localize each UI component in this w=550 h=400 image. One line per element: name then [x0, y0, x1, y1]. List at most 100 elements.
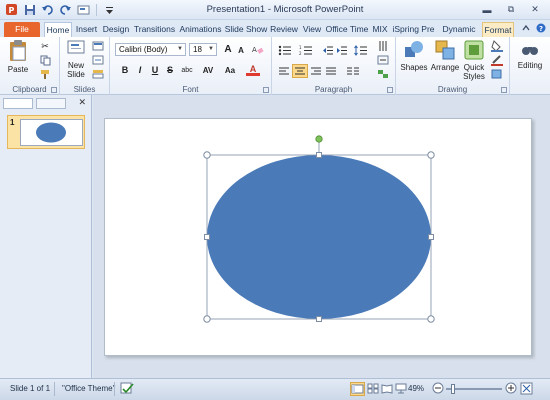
drawing-launcher-icon[interactable]	[501, 87, 507, 93]
thumbnail-ellipse	[36, 122, 66, 143]
text-direction-icon[interactable]	[376, 40, 390, 52]
font-launcher-icon[interactable]	[263, 87, 269, 93]
tab-review[interactable]: Review	[269, 22, 299, 37]
zoom-level[interactable]: 49%	[408, 384, 424, 393]
clipboard-launcher-icon[interactable]	[51, 87, 57, 93]
cut-icon[interactable]: ✂	[38, 40, 52, 52]
editing-group[interactable]: Editing	[510, 37, 550, 95]
shrink-font-button[interactable]: A	[234, 44, 248, 57]
copy-icon[interactable]	[38, 54, 52, 66]
smartart-icon[interactable]	[376, 68, 390, 80]
align-right-icon[interactable]	[309, 65, 323, 77]
numbering-icon[interactable]: 12	[297, 44, 315, 56]
editing-button[interactable]: Editing	[512, 41, 548, 70]
font-color-button[interactable]: A	[246, 63, 260, 76]
help-icon[interactable]: ?	[536, 23, 546, 33]
new-slide-icon	[67, 40, 85, 54]
format-painter-icon[interactable]	[38, 68, 52, 80]
svg-text:2: 2	[299, 51, 302, 56]
change-case-button[interactable]: Aa	[221, 64, 239, 77]
italic-button[interactable]: I	[133, 64, 147, 77]
tab-design[interactable]: Design	[101, 22, 131, 37]
tab-dynamic-el[interactable]: Dynamic EL	[437, 22, 481, 48]
tab-animations[interactable]: Animations	[178, 22, 223, 37]
tab-ispring-pre[interactable]: iSpring Pre	[391, 22, 436, 37]
paragraph-launcher-icon[interactable]	[387, 87, 393, 93]
clipboard-group: Paste ✂ Clipboard	[0, 37, 60, 95]
font-size-combo[interactable]: 18 ▼	[189, 43, 217, 56]
reset-slide-icon[interactable]	[91, 54, 105, 66]
align-center-icon[interactable]	[292, 64, 308, 78]
minimize-icon[interactable]: ▬	[476, 2, 498, 17]
slides-tab[interactable]	[3, 97, 33, 109]
fit-to-window-icon[interactable]	[520, 382, 533, 397]
justify-icon[interactable]	[324, 65, 338, 77]
shape-fill-icon[interactable]	[490, 40, 504, 52]
binoculars-icon	[522, 47, 538, 55]
align-text-icon[interactable]	[376, 54, 390, 66]
customize-toolbar-icon[interactable]	[102, 2, 117, 17]
strikethrough-button[interactable]: S	[163, 64, 177, 77]
tab-insert[interactable]: Insert	[73, 22, 100, 37]
powerpoint-logo-icon[interactable]: P	[4, 2, 19, 17]
tab-view[interactable]: View	[300, 22, 324, 37]
slide-canvas	[93, 95, 550, 378]
tab-home[interactable]: Home	[44, 22, 72, 37]
paragraph-label: Paragraph	[314, 85, 353, 94]
columns-icon[interactable]	[344, 65, 362, 77]
section-icon[interactable]	[91, 68, 105, 80]
undo-icon[interactable]	[40, 2, 55, 17]
shadow-button[interactable]: abc	[178, 64, 196, 77]
close-icon[interactable]: ✕	[524, 2, 546, 17]
ellipse-shape	[207, 155, 431, 319]
align-left-icon[interactable]	[277, 65, 291, 77]
new-slide-button[interactable]: New Slide	[64, 39, 88, 79]
line-spacing-icon[interactable]	[352, 44, 370, 56]
zoom-in-icon[interactable]	[505, 382, 517, 396]
slide-show-icon[interactable]	[395, 383, 407, 396]
status-bar: Slide 1 of 1 "Office Theme" 49%	[0, 378, 550, 400]
tab-file[interactable]: File	[4, 22, 40, 37]
restore-icon[interactable]: ⧉	[500, 2, 522, 17]
shapes-button[interactable]: Shapes	[399, 39, 429, 72]
decrease-indent-icon[interactable]	[321, 44, 335, 56]
slide-layout-icon[interactable]	[76, 2, 91, 17]
slides-pane-header: ✕	[0, 97, 91, 109]
increase-indent-icon[interactable]	[335, 44, 349, 56]
underline-button[interactable]: U	[148, 64, 162, 77]
slide-thumbnail[interactable]: 1	[7, 115, 85, 149]
tab-slide-show[interactable]: Slide Show	[224, 22, 268, 37]
grow-font-button[interactable]: A	[221, 43, 235, 56]
paste-icon	[10, 40, 26, 61]
tab-transitions[interactable]: Transitions	[132, 22, 177, 37]
spelling-check-icon[interactable]	[120, 382, 134, 397]
slides-label: Slides	[73, 85, 96, 94]
save-icon[interactable]	[22, 2, 37, 17]
svg-text:1: 1	[299, 45, 302, 50]
tab-format[interactable]: Format	[482, 22, 514, 37]
outline-tab[interactable]	[36, 97, 66, 109]
quick-styles-button[interactable]: Quick Styles	[461, 39, 487, 81]
paste-button[interactable]: Paste	[4, 39, 32, 74]
bullets-icon[interactable]	[276, 44, 294, 56]
shape-effects-icon[interactable]	[490, 68, 504, 80]
arrange-button[interactable]: Arrange	[429, 39, 461, 72]
reading-view-icon[interactable]	[381, 383, 393, 396]
layout-icon[interactable]	[91, 40, 105, 52]
font-name-combo[interactable]: Calibri (Body) ▼	[115, 43, 186, 56]
normal-view-icon[interactable]	[350, 382, 365, 396]
bold-button[interactable]: B	[118, 64, 132, 77]
minimize-ribbon-icon[interactable]	[521, 23, 531, 33]
redo-icon[interactable]	[58, 2, 73, 17]
slide[interactable]	[104, 118, 532, 356]
shape-outline-icon[interactable]	[490, 54, 504, 66]
zoom-slider-thumb[interactable]	[451, 384, 455, 394]
tab-mix[interactable]: MIX	[370, 22, 390, 37]
zoom-out-icon[interactable]	[432, 382, 444, 396]
clear-formatting-icon[interactable]: A	[251, 43, 265, 55]
tab-office-time[interactable]: Office Time	[325, 22, 369, 37]
character-spacing-button[interactable]: AV	[199, 64, 217, 77]
close-pane-icon[interactable]: ✕	[78, 97, 86, 108]
theme-name[interactable]: "Office Theme"	[62, 384, 115, 393]
slide-sorter-icon[interactable]	[367, 383, 379, 396]
